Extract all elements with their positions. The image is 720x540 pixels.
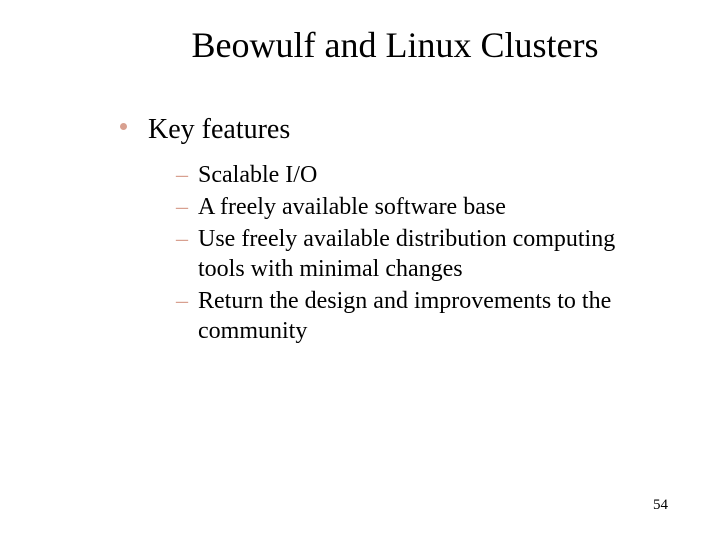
sub-bullet-item: – A freely available software base [176, 192, 660, 222]
sub-bullet-text: Scalable I/O [198, 162, 317, 188]
dash-icon: – [176, 160, 188, 190]
dash-icon: – [176, 224, 188, 254]
slide-title: Beowulf and Linux Clusters [130, 24, 660, 66]
sub-bullet-item: – Scalable I/O [176, 160, 660, 190]
sub-bullet-item: – Return the design and improvements to … [176, 286, 660, 346]
bullet-text: Key features [148, 114, 290, 145]
sub-bullet-text: Return the design and improvements to th… [198, 288, 611, 344]
sub-bullet-text: Use freely available distribution comput… [198, 226, 615, 282]
slide-container: Beowulf and Linux Clusters Key features … [0, 0, 720, 540]
sub-bullet-item: – Use freely available distribution comp… [176, 224, 660, 284]
page-number: 54 [653, 497, 668, 514]
sub-bullet-text: A freely available software base [198, 194, 506, 220]
dash-icon: – [176, 192, 188, 222]
bullet-list-level2: – Scalable I/O – A freely available soft… [176, 160, 660, 346]
bullet-item-key-features: Key features – Scalable I/O – A freely a… [120, 114, 660, 346]
bullet-list-level1: Key features – Scalable I/O – A freely a… [120, 114, 660, 346]
dash-icon: – [176, 286, 188, 316]
bullet-dot-icon [120, 123, 127, 130]
